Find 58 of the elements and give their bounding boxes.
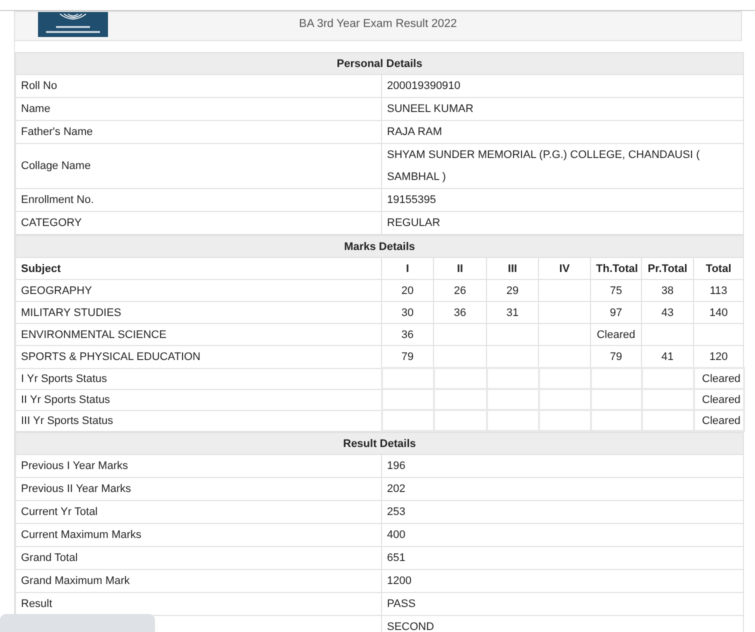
field-label: Father's Name: [16, 120, 382, 144]
table-cell: Cleared: [694, 368, 744, 389]
field-value: 400: [382, 524, 744, 546]
column-header: Th.Total: [590, 258, 642, 280]
column-header: III: [486, 258, 538, 280]
field-label: Enrollment No.: [16, 188, 382, 212]
field-value: 253: [382, 500, 744, 524]
field-value: PASS: [382, 592, 744, 616]
field-label: Roll No: [16, 74, 382, 98]
field-value: 651: [382, 546, 744, 570]
table-cell: SPORTS & PHYSICAL EDUCATION: [16, 346, 382, 368]
table-cell: 29: [486, 280, 538, 302]
field-label: Previous I Year Marks: [16, 454, 382, 478]
field-label: Grand Maximum Mark: [16, 570, 382, 592]
table-cell: 38: [642, 280, 694, 302]
table-cell: Cleared: [590, 324, 642, 346]
field-label: Current Maximum Marks: [16, 524, 382, 546]
table-cell: I Yr Sports Status: [16, 368, 382, 389]
table-cell: 36: [382, 324, 434, 346]
column-header: II: [434, 258, 486, 280]
column-header: Subject: [16, 258, 382, 280]
table-cell: 26: [434, 280, 486, 302]
field-value: 1200: [382, 570, 744, 592]
table-cell: ENVIRONMENTAL SCIENCE: [16, 324, 382, 346]
table-cell: III Yr Sports Status: [16, 410, 382, 431]
table-cell: 113: [694, 280, 744, 302]
page-title: BA 3rd Year Exam Result 2022: [298, 18, 458, 30]
field-value: SHYAM SUNDER MEMORIAL (P.G.) COLLEGE, CHANDAUSI ( SAMBHAL ): [382, 144, 744, 188]
table-cell: 20: [382, 280, 434, 302]
column-header: Total: [694, 258, 744, 280]
field-label: Previous II Year Marks: [16, 478, 382, 500]
field-value: 19155395: [382, 188, 744, 212]
section-heading: Marks Details: [16, 236, 744, 258]
field-value: 200019390910: [382, 74, 744, 98]
table-cell: 31: [486, 302, 538, 324]
table-cell: MILITARY STUDIES: [16, 302, 382, 324]
field-label: Current Yr Total: [16, 500, 382, 524]
field-label: Collage Name: [16, 144, 382, 188]
table-cell: 140: [694, 302, 744, 324]
column-header: IV: [538, 258, 590, 280]
table-cell: 36: [434, 302, 486, 324]
table-cell: 30: [382, 302, 434, 324]
section-heading: Result Details: [16, 432, 744, 454]
field-label: Grand Total: [16, 546, 382, 570]
column-header: Pr.Total: [642, 258, 694, 280]
table-cell: 43: [642, 302, 694, 324]
table-cell: 97: [590, 302, 642, 324]
field-value: 196: [382, 454, 744, 478]
table-cell: Cleared: [694, 389, 744, 410]
field-value: RAJA RAM: [382, 120, 744, 144]
table-cell: II Yr Sports Status: [16, 389, 382, 410]
column-header: I: [382, 258, 434, 280]
field-value: 202: [382, 478, 744, 500]
field-value: SUNEEL KUMAR: [382, 98, 744, 120]
table-cell: 75: [590, 280, 642, 302]
field-label: Name: [16, 98, 382, 120]
table-cell: GEOGRAPHY: [16, 280, 382, 302]
section-heading: Personal Details: [16, 52, 744, 74]
